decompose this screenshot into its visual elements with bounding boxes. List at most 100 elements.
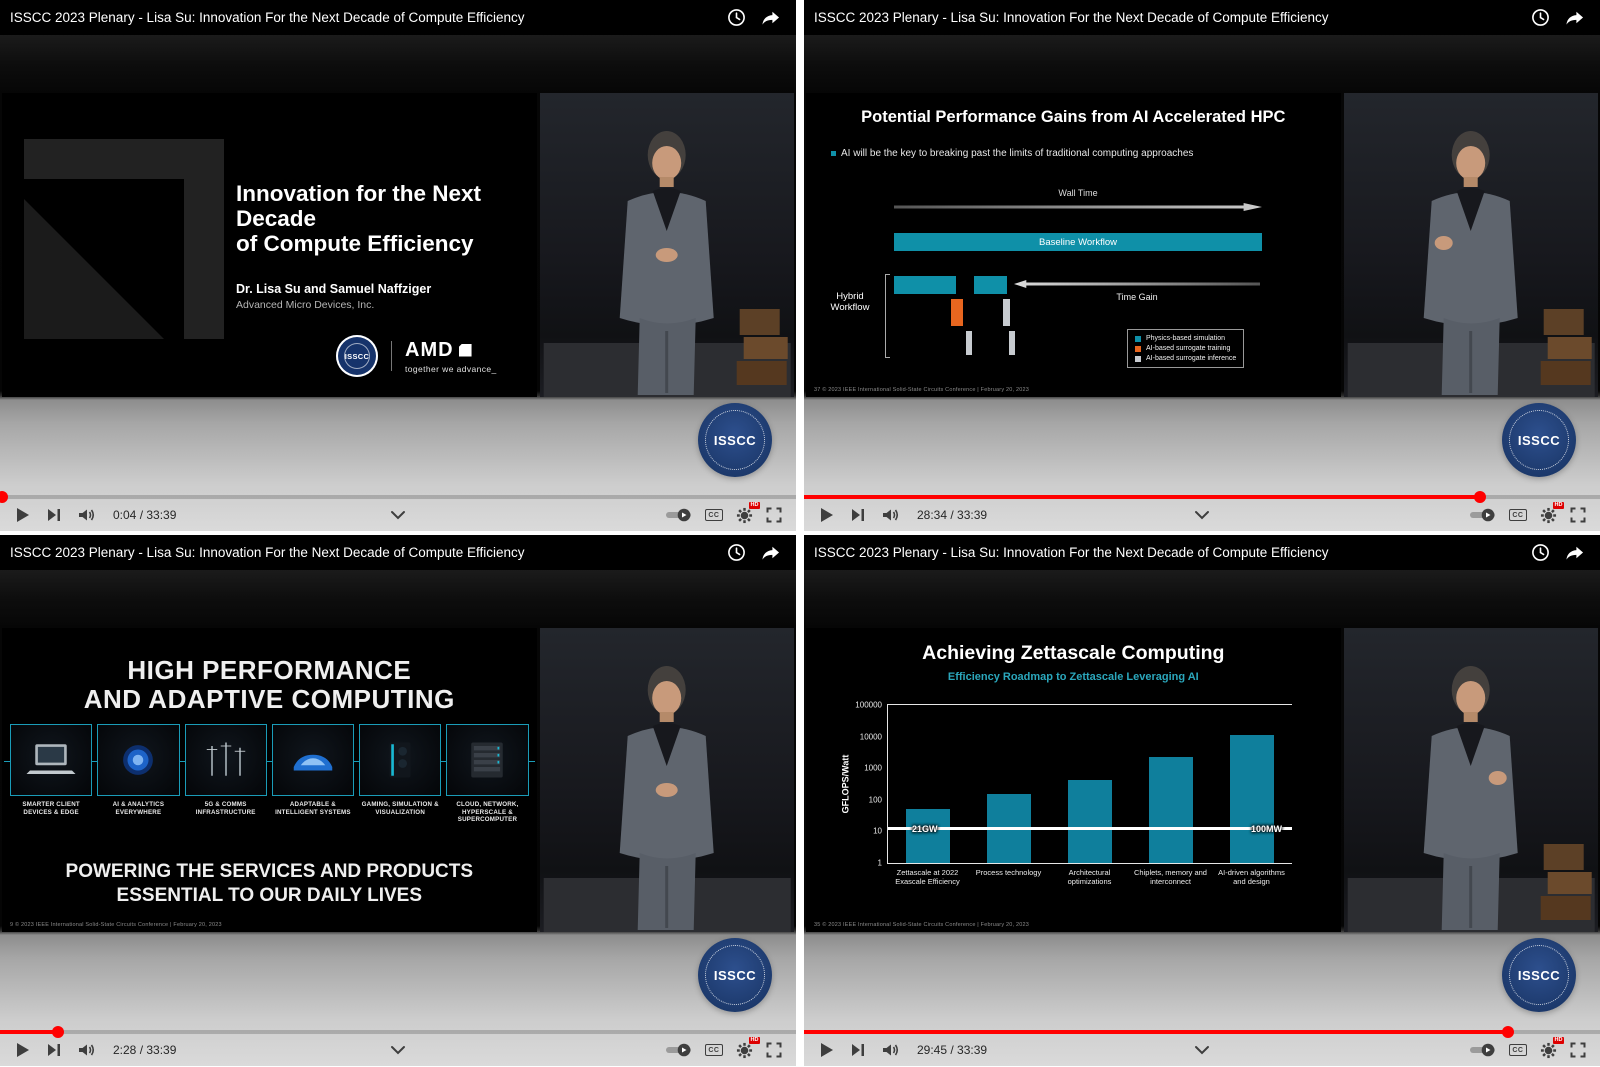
gear-icon <box>1540 1042 1557 1058</box>
watch-later-icon[interactable] <box>1531 8 1550 27</box>
play-button[interactable] <box>16 1042 30 1058</box>
y-tick: 10 <box>873 826 882 836</box>
isscc-floor-logo: ISSCC <box>698 403 772 477</box>
presenter-figure <box>1347 666 1595 932</box>
segment-image <box>271 724 355 796</box>
slide-title: HIGH PERFORMANCE AND ADAPTIVE COMPUTING <box>2 656 537 714</box>
volume-button[interactable] <box>78 508 96 522</box>
isscc-floor-logo: ISSCC <box>1502 403 1576 477</box>
video-area[interactable]: Achieving Zettascale Computing Efficienc… <box>804 570 1600 1066</box>
bullet-square <box>831 151 836 156</box>
surrogate-inference-bar <box>1003 299 1010 326</box>
settings-button[interactable]: HD <box>1540 1036 1564 1059</box>
fullscreen-button[interactable] <box>1570 1042 1586 1058</box>
fullscreen-button[interactable] <box>1570 507 1586 523</box>
car-icon <box>293 754 333 771</box>
chevron-down-icon[interactable] <box>1194 510 1210 520</box>
chart-category: Architectural optimizations <box>1067 868 1112 886</box>
watch-later-icon[interactable] <box>1531 543 1550 562</box>
share-icon[interactable] <box>761 543 780 562</box>
segment-image <box>446 724 529 796</box>
legend-item: AI-based surrogate inference <box>1135 355 1236 362</box>
share-icon[interactable] <box>1565 543 1584 562</box>
next-button[interactable] <box>47 1043 61 1057</box>
power-line-right-label: 100MW <box>1250 823 1282 834</box>
segment-label: 5G & COMMS INFRASTRUCTURE <box>195 801 256 816</box>
next-button[interactable] <box>851 1043 865 1057</box>
fullscreen-button[interactable] <box>766 507 782 523</box>
settings-button[interactable]: HD <box>736 501 760 524</box>
autoplay-toggle[interactable] <box>1469 1043 1496 1057</box>
time-display: 29:45 / 33:39 <box>917 1043 988 1057</box>
surrogate-training-bar <box>951 299 963 326</box>
segment-tile: GAMING, SIMULATION & VISUALIZATION <box>359 724 442 824</box>
gear-icon <box>1540 507 1557 523</box>
volume-button[interactable] <box>882 508 900 522</box>
captions-button[interactable]: CC <box>1508 1044 1527 1056</box>
next-icon <box>852 1044 864 1056</box>
play-icon <box>821 508 833 522</box>
y-tick: 10000 <box>859 732 882 742</box>
autoplay-icon <box>1469 1043 1495 1057</box>
legend: Physics-based simulation AI-based surrog… <box>1127 329 1245 368</box>
volume-icon <box>79 1044 95 1056</box>
video-title[interactable]: ISSCC 2023 Plenary - Lisa Su: Innovation… <box>814 10 1329 25</box>
volume-icon <box>79 509 95 521</box>
isscc-logo-ring <box>1509 410 1569 470</box>
next-button[interactable] <box>851 508 865 522</box>
speaker-screen <box>539 93 794 397</box>
volume-button[interactable] <box>882 1043 900 1057</box>
next-icon <box>48 509 60 521</box>
slide-screen: HIGH PERFORMANCE AND ADAPTIVE COMPUTING … <box>2 628 537 932</box>
volume-icon <box>883 1044 899 1056</box>
segment-tile: SMARTER CLIENT DEVICES & EDGE <box>10 724 93 824</box>
isscc-logo-ring <box>705 410 765 470</box>
play-button[interactable] <box>16 507 30 523</box>
gear-icon <box>736 1042 753 1058</box>
fullscreen-button[interactable] <box>766 1042 782 1058</box>
captions-button[interactable]: CC <box>704 509 723 521</box>
segment-image <box>10 724 93 796</box>
settings-button[interactable]: HD <box>1540 501 1564 524</box>
chevron-down-icon[interactable] <box>390 1045 406 1055</box>
legend-color-swatch <box>1135 335 1141 342</box>
autoplay-toggle[interactable] <box>665 508 692 522</box>
video-area[interactable]: Potential Performance Gains from AI Acce… <box>804 35 1600 531</box>
player-controls: 29:45 / 33:39 CC HD <box>804 1026 1600 1066</box>
watch-later-icon[interactable] <box>727 543 746 562</box>
fullscreen-icon <box>1570 1042 1586 1058</box>
video-area[interactable]: HIGH PERFORMANCE AND ADAPTIVE COMPUTING … <box>0 570 796 1066</box>
video-title[interactable]: ISSCC 2023 Plenary - Lisa Su: Innovation… <box>10 10 525 25</box>
comms-tower-icon <box>206 742 245 776</box>
play-button[interactable] <box>820 1042 834 1058</box>
chart-bar <box>1229 735 1274 863</box>
laptop-icon <box>26 744 76 774</box>
autoplay-toggle[interactable] <box>1469 508 1496 522</box>
share-icon[interactable] <box>1565 8 1584 27</box>
share-icon[interactable] <box>761 8 780 27</box>
video-area[interactable]: Innovation for the Next Decade of Comput… <box>0 35 796 531</box>
video-title[interactable]: ISSCC 2023 Plenary - Lisa Su: Innovation… <box>814 545 1329 560</box>
captions-button[interactable]: CC <box>1508 509 1527 521</box>
time-gain-arrow <box>1014 280 1260 288</box>
hybrid-bracket <box>885 274 890 358</box>
chart-bars <box>888 705 1292 863</box>
segment-label: CLOUD, NETWORK, HYPERSCALE & SUPERCOMPUT… <box>456 801 519 824</box>
video-title[interactable]: ISSCC 2023 Plenary - Lisa Su: Innovation… <box>10 545 525 560</box>
chevron-down-icon[interactable] <box>1194 1045 1210 1055</box>
play-button[interactable] <box>820 507 834 523</box>
watch-later-icon[interactable] <box>727 8 746 27</box>
title-bar: ISSCC 2023 Plenary - Lisa Su: Innovation… <box>804 535 1600 570</box>
volume-button[interactable] <box>78 1043 96 1057</box>
slide-title: Achieving Zettascale Computing <box>922 642 1225 664</box>
chart-bar <box>906 809 951 863</box>
fullscreen-icon <box>1570 507 1586 523</box>
video-grid: ISSCC 2023 Plenary - Lisa Su: Innovation… <box>0 0 1600 1066</box>
next-button[interactable] <box>47 508 61 522</box>
captions-button[interactable]: CC <box>704 1044 723 1056</box>
chart-category: Zettascale at 2022 Exascale Efficiency <box>895 868 960 886</box>
slide-footer: 35 © 2023 IEEE International Solid-State… <box>814 922 1030 928</box>
chevron-down-icon[interactable] <box>390 510 406 520</box>
settings-button[interactable]: HD <box>736 1036 760 1059</box>
autoplay-toggle[interactable] <box>665 1043 692 1057</box>
